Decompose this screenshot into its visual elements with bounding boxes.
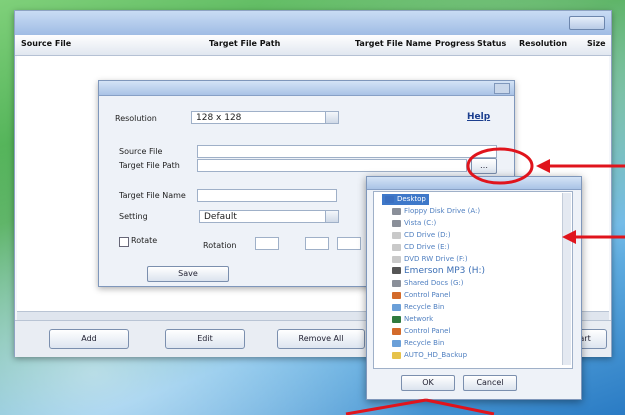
arrow-line-4: [425, 398, 495, 415]
arrow-head-2: [562, 230, 576, 244]
annotation-overlay: [345, 147, 625, 415]
highlight-circle: [466, 147, 534, 185]
arrow-head-1: [536, 159, 550, 173]
arrow-line-3: [345, 398, 427, 415]
